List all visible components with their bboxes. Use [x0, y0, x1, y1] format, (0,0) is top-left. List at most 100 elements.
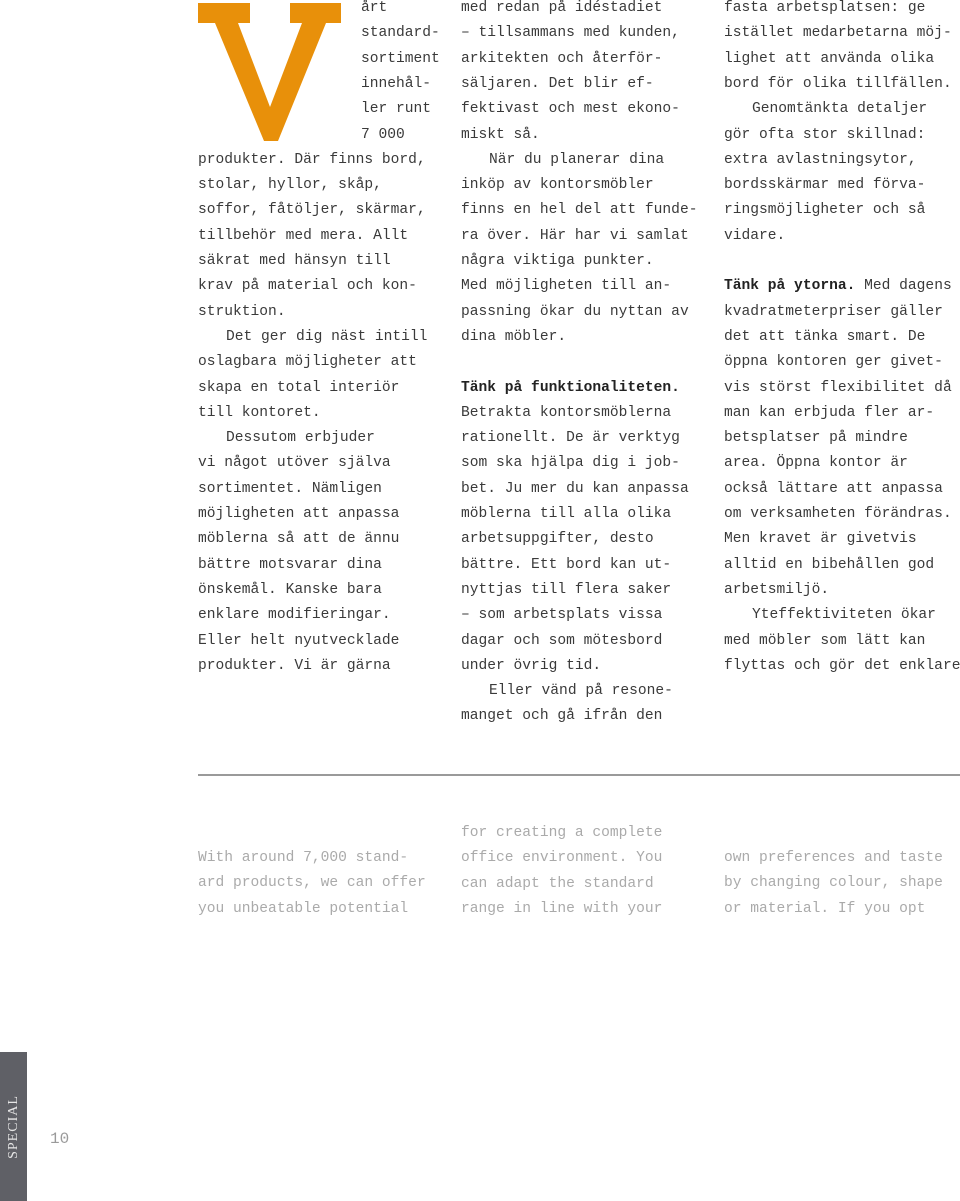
text-line: bord för olika tillfällen. [724, 72, 952, 97]
text-line: skapa en total interiör [198, 376, 399, 401]
text-line: bättre motsvarar dina [198, 553, 382, 578]
page-number: 10 [50, 1130, 70, 1148]
text-line: Yteffektiviteten ökar [752, 603, 936, 628]
line-text: sortiment [361, 50, 440, 67]
line-text: miskt så. [461, 126, 540, 143]
line-text: 7 000 [361, 126, 405, 143]
text-line: Med möjligheten till an- [461, 274, 671, 299]
line-text: area. Öppna kontor är [724, 455, 908, 472]
text-line: ler runt [361, 97, 431, 122]
text-line: passning ökar du nyttan av [461, 300, 689, 325]
line-text: fasta arbetsplatsen: ge [724, 0, 926, 16]
text-line: öppna kontoren ger givet- [724, 350, 943, 375]
text-line: Genomtänkta detaljer [752, 97, 927, 122]
line-text: säkrat med hänsyn till [198, 253, 391, 269]
text-line: ra över. Här har vi samlat [461, 224, 689, 249]
text-line: innehål- [361, 72, 431, 97]
english-text-line: range in line with your [461, 900, 663, 917]
text-line: Men kravet är givetvis [724, 527, 917, 552]
text-line: dagar och som mötesbord [461, 629, 662, 654]
text-line: rationellt. De är verktyg [461, 426, 680, 451]
english-text-line: you unbeatable potential [198, 900, 409, 917]
text-line: lighet att använda olika [724, 47, 934, 72]
line-text: Med dagens [855, 278, 952, 295]
line-text: också lättare att anpassa [724, 480, 943, 497]
text-line: gör ofta stor skillnad: [724, 123, 925, 148]
text-line: kvadratmeterpriser gäller [724, 300, 943, 325]
line-text: som ska hjälpa dig i job- [461, 455, 680, 472]
line-text: vi något utöver själva [198, 455, 391, 472]
text-line: produkter. Vi är gärna [198, 654, 391, 679]
line-text: öppna kontoren ger givet- [724, 354, 943, 371]
english-text-line: own preferences and taste [724, 850, 943, 866]
line-text: Det ger dig näst intill [226, 328, 428, 345]
drop-cap-v [198, 3, 341, 141]
line-text: bättre motsvarar dina [198, 556, 382, 573]
line-text: inköp av kontorsmöbler [461, 177, 654, 194]
line-text: alltid en bibehållen god [724, 556, 935, 573]
line-text: vidare. [724, 227, 786, 244]
text-line: Tänk på funktionaliteten. [461, 376, 680, 401]
text-line: Tänk på ytorna. Med dagens [724, 274, 952, 299]
text-line: arkitekten och återför- [461, 47, 662, 72]
line-text: Eller helt nyutvecklade [198, 632, 400, 649]
text-line: 7 000 [361, 123, 405, 148]
line-text: nyttjas till flera saker [461, 581, 672, 598]
line-text: bet. Ju mer du kan anpassa [461, 480, 689, 497]
text-line: finns en hel del att funde- [461, 198, 697, 223]
text-line: säkrat med hänsyn till [198, 249, 391, 274]
text-line: säljaren. Det blir ef- [461, 72, 654, 97]
line-text: innehål- [361, 75, 432, 92]
text-line: alltid en bibehållen god [724, 553, 934, 578]
text-line: möjligheten att anpassa [198, 502, 399, 527]
line-text: oslagbara möjligheter att [198, 354, 417, 371]
line-text: Eller vänd på resone- [489, 683, 673, 700]
line-text: stolar, hyllor, skåp, [198, 177, 382, 194]
text-line: vidare. [724, 224, 785, 249]
text-line: krav på material och kon- [198, 274, 417, 299]
text-line: sortimentet. Nämligen [198, 477, 382, 502]
line-text: istället medarbetarna möj- [724, 25, 952, 42]
line-text: Dessutom erbjuder [226, 430, 375, 447]
text-line: dina möbler. [461, 325, 566, 350]
text-line: stolar, hyllor, skåp, [198, 173, 382, 198]
line-text: med möbler som lätt kan [724, 632, 926, 649]
english-text-line: or material. If you opt [724, 900, 926, 917]
line-text: möblerna så att de ännu [198, 531, 400, 548]
text-line: extra avlastningsytor, [724, 148, 917, 173]
divider-rule [198, 774, 960, 776]
text-line: Det ger dig näst intill [226, 325, 427, 350]
text-line: det att tänka smart. De [724, 325, 925, 350]
line-text: produkter. Där finns bord, [198, 151, 426, 168]
line-text: ra över. Här har vi samlat [461, 227, 689, 244]
line-text: bättre. Ett bord kan ut- [461, 556, 672, 573]
text-line: manget och gå ifrån den [461, 704, 662, 729]
text-line: miskt så. [461, 123, 540, 148]
english-text-line: can adapt the standard [461, 875, 654, 892]
line-text: arbetsmiljö. [724, 581, 830, 598]
line-text: till kontoret. [198, 404, 321, 421]
line-text: Men kravet är givetvis [724, 531, 917, 548]
text-line: arbetsuppgifter, desto [461, 527, 654, 552]
bold-heading: Tänk på funktionaliteten. [461, 379, 680, 396]
text-line: med redan på idéstadiet [461, 0, 662, 21]
line-text: enklare modifieringar. [198, 607, 391, 624]
text-line: möblerna till alla olika [461, 502, 671, 527]
line-text: finns en hel del att funde- [461, 202, 698, 219]
text-line: struktion. [198, 300, 286, 325]
text-line: fasta arbetsplatsen: ge [724, 0, 925, 21]
line-text: arbetsuppgifter, desto [461, 531, 654, 548]
line-text: dagar och som mötesbord [461, 632, 663, 649]
line-text: kvadratmeterpriser gäller [724, 303, 943, 320]
text-line: med möbler som lätt kan [724, 629, 925, 654]
line-text: passning ökar du nyttan av [461, 303, 689, 320]
line-text: – som arbetsplats vissa [461, 607, 663, 624]
line-text: önskemål. Kanske bara [198, 581, 382, 598]
line-text: vis störst flexibilitet då [724, 379, 952, 396]
line-text: möjligheten att anpassa [198, 506, 400, 522]
line-text: arkitekten och återför- [461, 50, 663, 67]
text-line: möblerna så att de ännu [198, 527, 399, 552]
line-text: ringsmöjligheter och så [724, 202, 926, 219]
text-line: – tillsammans med kunden, [461, 21, 680, 46]
bold-heading: Tänk på ytorna. [724, 278, 856, 295]
